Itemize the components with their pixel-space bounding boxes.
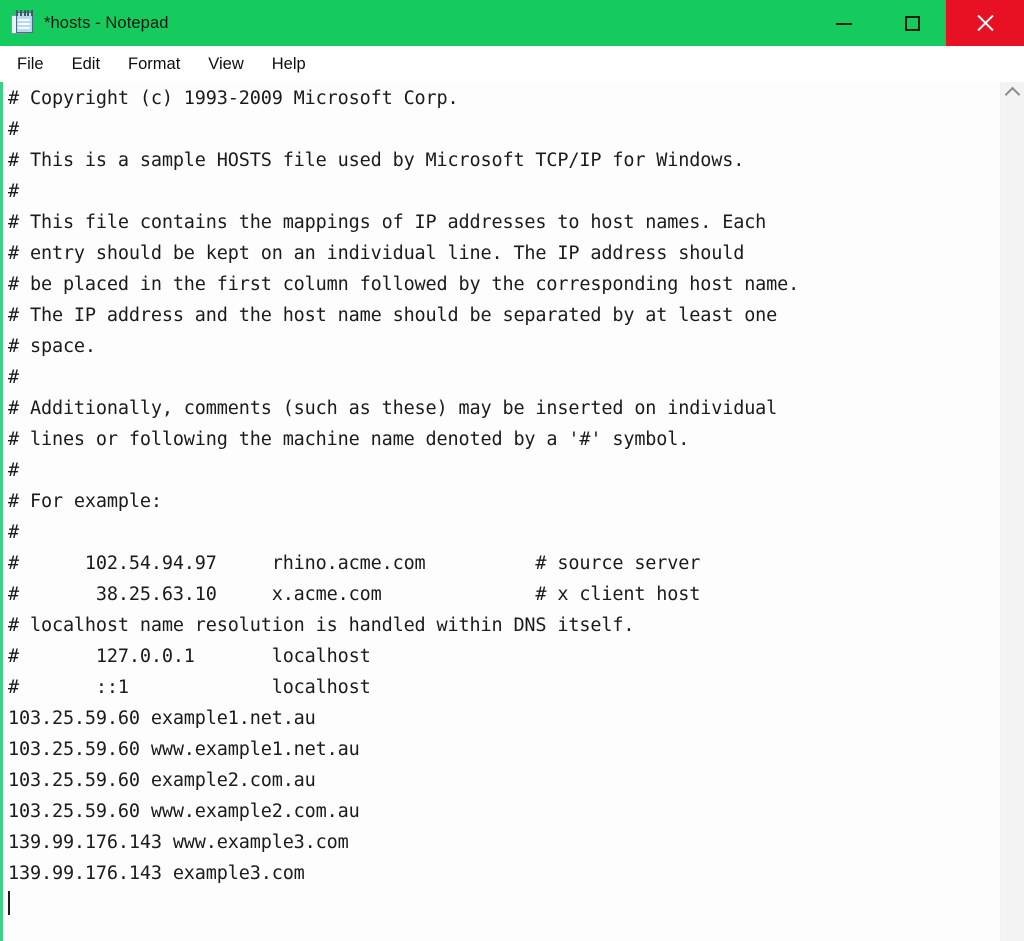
window-left-edge [0, 82, 3, 941]
text-caret [8, 891, 10, 915]
menu-bar: File Edit Format View Help [0, 46, 1024, 82]
notepad-window: *hosts - Notepad File Edit Format View H… [0, 0, 1024, 941]
scrollbar-track[interactable] [1001, 82, 1024, 941]
chevron-up-icon [1004, 86, 1021, 103]
menu-item-edit[interactable]: Edit [58, 46, 114, 82]
window-title: *hosts - Notepad [44, 13, 169, 32]
close-button[interactable] [946, 0, 1024, 46]
notepad-icon [11, 9, 34, 36]
menu-item-file[interactable]: File [12, 46, 58, 82]
hosts-file-text[interactable]: # Copyright (c) 1993-2009 Microsoft Corp… [8, 83, 1000, 920]
minimize-icon [836, 23, 852, 25]
menu-item-help[interactable]: Help [258, 46, 320, 82]
window-controls [810, 0, 1024, 46]
close-icon [977, 15, 994, 32]
minimize-button[interactable] [810, 0, 878, 46]
maximize-icon [904, 15, 920, 31]
menu-item-format[interactable]: Format [114, 46, 194, 82]
menu-item-view[interactable]: View [194, 46, 257, 82]
text-editor[interactable]: # Copyright (c) 1993-2009 Microsoft Corp… [0, 82, 1000, 941]
maximize-button[interactable] [878, 0, 946, 46]
title-bar-left: *hosts - Notepad [0, 9, 810, 36]
vertical-scrollbar[interactable] [1000, 82, 1024, 941]
editor-area: # Copyright (c) 1993-2009 Microsoft Corp… [0, 82, 1024, 941]
title-bar[interactable]: *hosts - Notepad [0, 0, 1024, 46]
scroll-up-button[interactable] [1001, 82, 1024, 104]
